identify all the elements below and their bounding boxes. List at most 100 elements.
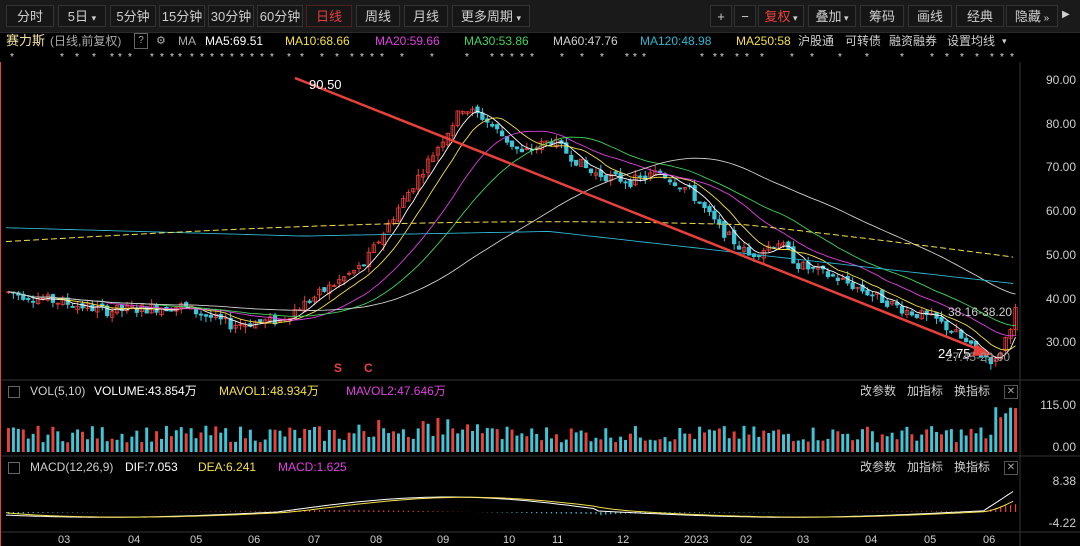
volume-bar bbox=[683, 433, 687, 452]
volume-bar bbox=[332, 429, 336, 452]
candle-body bbox=[672, 182, 678, 186]
volume-bar bbox=[26, 438, 30, 452]
volume-bar bbox=[796, 440, 800, 452]
signal-mark-c[interactable]: C bbox=[364, 361, 373, 375]
volume-bar bbox=[441, 434, 445, 452]
volume-bar bbox=[925, 429, 929, 452]
volume-bar bbox=[81, 431, 84, 452]
volume-bar bbox=[959, 429, 963, 452]
close-icon[interactable] bbox=[8, 386, 20, 398]
volume-bar bbox=[782, 434, 785, 452]
close-icon[interactable]: ✕ bbox=[1004, 461, 1018, 475]
volume-bar bbox=[633, 426, 637, 452]
date-axis-label: 06 bbox=[248, 534, 261, 546]
volume-bar bbox=[865, 426, 869, 452]
volume-bar bbox=[614, 442, 618, 452]
volume-bar bbox=[861, 429, 864, 452]
volume-bar bbox=[362, 431, 366, 452]
volume-bar bbox=[994, 407, 998, 452]
volume-bar bbox=[525, 436, 529, 452]
volume-bar bbox=[535, 433, 539, 452]
volume-bar bbox=[505, 426, 509, 452]
vol-add-indicator-button[interactable]: 加指标 bbox=[907, 382, 943, 400]
candle-body bbox=[885, 300, 890, 307]
volume-bar bbox=[594, 437, 598, 452]
volume-bar bbox=[436, 417, 440, 452]
volume-bar bbox=[648, 439, 652, 452]
vol-swap-indicator-button[interactable]: 换指标 bbox=[954, 382, 990, 400]
candle-body bbox=[736, 245, 742, 250]
macd-add-indicator-button[interactable]: 加指标 bbox=[907, 458, 943, 476]
volume-bar bbox=[76, 429, 80, 452]
volume-bar bbox=[416, 428, 420, 452]
volume-bar bbox=[372, 436, 376, 452]
candle-body bbox=[203, 314, 209, 317]
volume-bar bbox=[673, 439, 677, 452]
candle-body bbox=[307, 300, 312, 303]
candle-body bbox=[968, 340, 974, 344]
date-axis-label: 06 bbox=[983, 534, 996, 546]
volume-bar bbox=[71, 432, 75, 452]
candle-body bbox=[588, 168, 594, 173]
volume-bar bbox=[140, 442, 144, 452]
volume-bar bbox=[821, 440, 825, 452]
ma120-line bbox=[5, 227, 1014, 284]
volume-bar bbox=[851, 440, 855, 452]
volume-bar bbox=[253, 440, 257, 452]
volume-bar bbox=[801, 439, 805, 452]
volume-bar bbox=[11, 427, 15, 452]
close-icon[interactable] bbox=[8, 462, 20, 474]
volume-bar bbox=[767, 432, 771, 452]
volume-bar bbox=[174, 430, 178, 452]
volume-bar bbox=[752, 426, 756, 452]
volume-bar bbox=[90, 426, 94, 452]
volume-bar bbox=[456, 433, 460, 452]
candle-body bbox=[144, 306, 149, 314]
volume-bar bbox=[717, 428, 721, 452]
volume-bar bbox=[703, 432, 707, 452]
volume-bar bbox=[500, 439, 504, 452]
volume-bar bbox=[46, 434, 50, 452]
high-price-label: 90.50 bbox=[309, 77, 342, 92]
candle-body bbox=[514, 146, 520, 150]
volume-bar bbox=[890, 432, 894, 452]
close-icon[interactable]: ✕ bbox=[1004, 385, 1018, 399]
volume-bar bbox=[949, 429, 953, 452]
volume-bar bbox=[387, 433, 391, 452]
volume-bar bbox=[100, 427, 104, 452]
volume-bar bbox=[742, 425, 746, 452]
candle-body bbox=[850, 282, 855, 290]
price-axis-label: 80.00 bbox=[1045, 116, 1076, 131]
candle-body bbox=[495, 124, 500, 130]
vol-change-params-button[interactable]: 改参数 bbox=[860, 382, 896, 400]
volume-bar bbox=[199, 432, 203, 452]
volume-bar bbox=[16, 428, 20, 452]
volume-bar bbox=[786, 433, 790, 452]
volume-bar bbox=[66, 442, 70, 452]
volume-bar bbox=[135, 430, 139, 452]
volume-bar bbox=[915, 440, 919, 452]
candle-body bbox=[914, 313, 919, 318]
volume-bar bbox=[604, 428, 608, 452]
volume-bar bbox=[777, 429, 781, 452]
candle-body bbox=[692, 185, 697, 201]
volume-bar bbox=[757, 436, 761, 452]
candle-body bbox=[198, 313, 204, 316]
macd-swap-indicator-button[interactable]: 换指标 bbox=[954, 458, 990, 476]
candle-body bbox=[939, 316, 944, 322]
vol-value: VOLUME:43.854万 bbox=[94, 384, 197, 398]
price-range-label: 38.16-38.20 bbox=[948, 305, 1013, 319]
signal-mark-s[interactable]: S bbox=[334, 361, 342, 375]
volume-bar bbox=[722, 426, 726, 452]
volume-bar bbox=[396, 433, 400, 452]
volume-bar bbox=[895, 439, 899, 452]
candle-body bbox=[499, 130, 505, 137]
volume-bar bbox=[1014, 408, 1018, 452]
macd-change-params-button[interactable]: 改参数 bbox=[860, 458, 896, 476]
candle-body bbox=[712, 210, 717, 220]
volume-bar bbox=[234, 441, 238, 452]
date-axis-label: 10 bbox=[503, 534, 516, 546]
date-axis-label: 04 bbox=[128, 534, 141, 546]
volume-bar bbox=[668, 441, 672, 452]
volume-bar bbox=[663, 437, 667, 452]
